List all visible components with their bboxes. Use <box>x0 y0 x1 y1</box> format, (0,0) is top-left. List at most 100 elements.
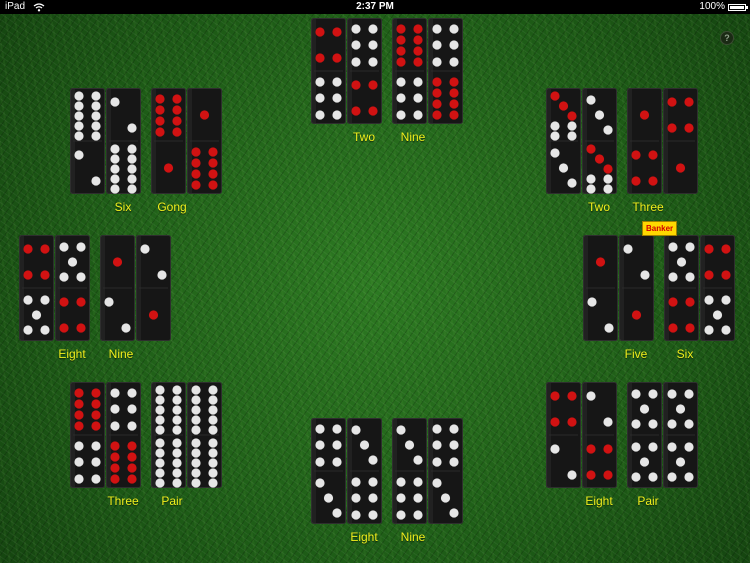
domino-tile[interactable] <box>187 88 222 194</box>
pip <box>639 457 650 467</box>
pip <box>163 163 174 173</box>
domino-tile[interactable] <box>663 382 698 488</box>
domino-tile[interactable] <box>627 382 662 488</box>
pip <box>127 404 137 414</box>
pip <box>315 27 325 37</box>
pip <box>667 419 677 429</box>
domino-tile[interactable] <box>19 235 54 341</box>
domino-tile[interactable] <box>100 235 135 341</box>
domino-tile[interactable] <box>311 18 346 124</box>
pip <box>104 297 114 307</box>
pip <box>332 27 342 37</box>
pip <box>668 323 678 333</box>
pip <box>603 125 613 135</box>
domino-tile[interactable] <box>136 235 171 341</box>
domino-tile[interactable] <box>663 88 698 194</box>
domino-tile[interactable] <box>428 418 463 524</box>
domino-tile[interactable] <box>700 235 735 341</box>
pip <box>191 478 201 488</box>
pip <box>413 35 423 45</box>
domino-tile[interactable] <box>627 88 662 194</box>
pip <box>332 110 342 120</box>
pip <box>594 110 605 120</box>
domino-tile[interactable] <box>582 382 617 488</box>
pip <box>332 77 342 87</box>
pip <box>404 440 415 450</box>
domino-tile[interactable] <box>151 88 186 194</box>
pip <box>23 270 33 280</box>
domino-tile[interactable] <box>55 235 90 341</box>
domino-tile[interactable] <box>582 88 617 194</box>
domino-tile[interactable] <box>106 88 141 194</box>
help-button[interactable]: ? <box>720 31 734 45</box>
pip <box>110 441 120 451</box>
pip <box>449 77 459 87</box>
pip <box>208 395 218 405</box>
domino-tile[interactable] <box>583 235 618 341</box>
pip <box>567 417 577 427</box>
domino-face <box>347 418 382 524</box>
pip <box>172 127 182 137</box>
pip <box>315 53 325 63</box>
pip <box>191 425 201 435</box>
pip <box>432 77 442 87</box>
clock: 2:37 PM <box>356 1 394 12</box>
pip <box>567 470 577 480</box>
pip <box>712 310 723 320</box>
pip <box>76 242 86 252</box>
domino-face <box>106 88 141 194</box>
hand-score-label: Eight <box>350 530 378 544</box>
pip <box>368 477 378 487</box>
pip <box>449 110 459 120</box>
hand-bottom-center: Eight Nine <box>311 418 467 544</box>
domino-tile[interactable] <box>187 382 222 488</box>
domino-face <box>663 88 698 194</box>
pip <box>74 399 84 409</box>
domino-tile[interactable] <box>106 382 141 488</box>
domino-tile[interactable] <box>546 88 581 194</box>
domino-face <box>583 235 618 341</box>
pip <box>315 93 325 103</box>
pip <box>413 77 423 87</box>
pip <box>351 477 361 487</box>
pip <box>668 297 678 307</box>
pip <box>675 457 686 467</box>
domino-tile[interactable] <box>70 88 105 194</box>
pip <box>550 417 560 427</box>
pip <box>74 150 84 160</box>
pip <box>449 24 459 34</box>
pip <box>413 46 423 56</box>
pip <box>368 57 378 67</box>
pip <box>172 478 182 488</box>
pip <box>208 147 218 157</box>
pip <box>684 123 694 133</box>
domino-tile[interactable] <box>70 382 105 488</box>
pip <box>368 106 378 116</box>
pip <box>684 419 694 429</box>
domino-tile[interactable] <box>347 18 382 124</box>
domino-tile[interactable] <box>664 235 699 341</box>
pip <box>191 458 201 468</box>
pip <box>550 391 560 401</box>
pip <box>586 391 596 401</box>
domino-tile[interactable] <box>392 418 427 524</box>
pip <box>351 57 361 67</box>
pip <box>648 176 658 186</box>
pip <box>668 272 678 282</box>
pip <box>191 147 201 157</box>
domino-tile[interactable] <box>392 18 427 124</box>
domino-tile[interactable] <box>347 418 382 524</box>
pip <box>413 93 423 103</box>
domino-tile[interactable] <box>546 382 581 488</box>
pip <box>332 424 342 434</box>
pip <box>127 184 137 194</box>
domino-tile[interactable] <box>619 235 654 341</box>
domino-tile[interactable] <box>428 18 463 124</box>
pip <box>91 388 101 398</box>
pip <box>351 80 361 90</box>
domino-tile[interactable] <box>151 382 186 488</box>
pip <box>432 440 442 450</box>
pip <box>315 478 325 488</box>
pip <box>208 458 218 468</box>
domino-tile[interactable] <box>311 418 346 524</box>
